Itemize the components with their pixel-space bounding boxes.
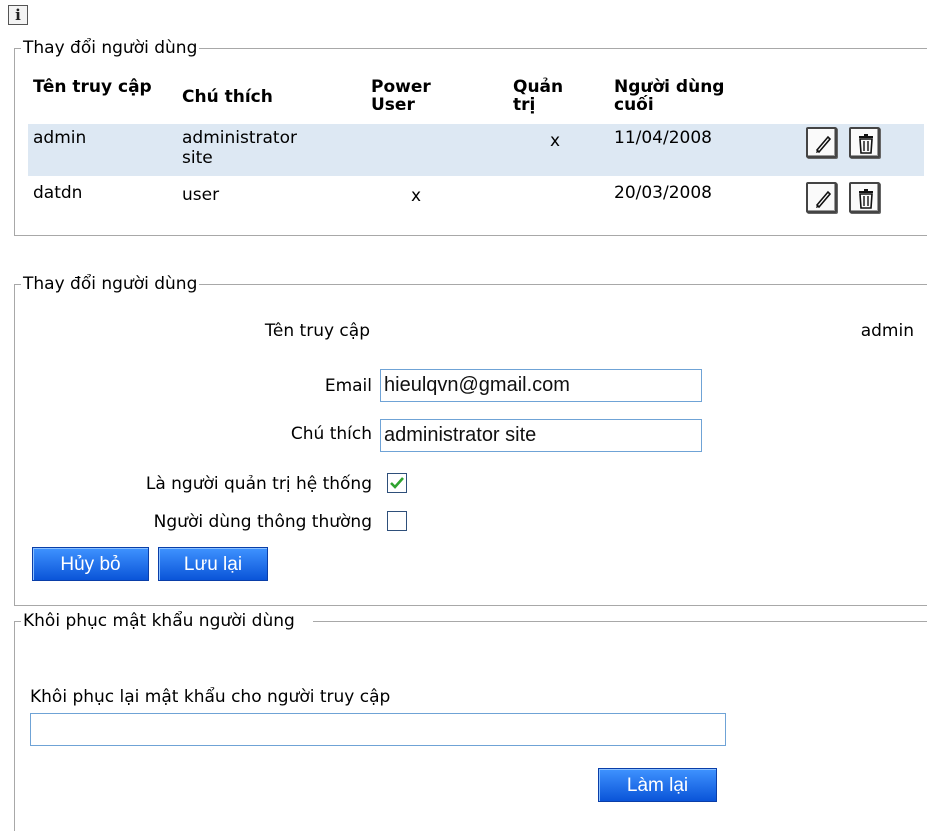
edit-user-legend: Thay đổi người dùng <box>21 273 200 295</box>
col-header-admin: Quản trị <box>513 77 564 115</box>
col-header-note: Chú thích <box>182 87 273 107</box>
edit-button[interactable] <box>806 182 837 213</box>
username-label: Tên truy cập <box>264 321 370 341</box>
col-header-power-user: Power User <box>371 77 431 115</box>
edit-button[interactable] <box>806 127 837 158</box>
reset-password-input[interactable] <box>30 713 726 746</box>
pencil-icon <box>815 190 832 209</box>
delete-button[interactable] <box>849 127 880 158</box>
checkmark-icon <box>390 477 404 489</box>
table-row[interactable] <box>28 124 924 176</box>
trash-icon <box>859 189 873 209</box>
cell-username: datdn <box>33 183 83 203</box>
cancel-button[interactable]: Hủy bỏ <box>32 547 149 581</box>
reset-password-legend: Khôi phục mật khẩu người dùng <box>21 610 313 632</box>
note-field[interactable]: administrator site <box>380 419 702 452</box>
user-list-bottom-border <box>14 235 927 236</box>
is-admin-checkbox[interactable] <box>387 473 407 493</box>
note-label: Chú thích <box>290 424 372 444</box>
cell-power-user: x <box>411 186 422 206</box>
is-normal-user-label: Người dùng thông thường <box>153 512 372 532</box>
email-label: Email <box>324 376 372 396</box>
save-button[interactable]: Lưu lại <box>158 547 268 581</box>
reset-password-field-label: Khôi phục lại mật khẩu cho người truy cậ… <box>30 687 391 707</box>
cell-note: user <box>182 185 220 205</box>
is-admin-label: Là người quản trị hệ thống <box>145 474 372 494</box>
cell-last-login: 20/03/2008 <box>614 183 712 203</box>
delete-button[interactable] <box>849 182 880 213</box>
cell-admin: x <box>550 131 561 151</box>
username-value: admin <box>860 321 914 341</box>
cell-username: admin <box>33 128 87 148</box>
info-icon[interactable]: i <box>8 5 28 25</box>
cell-last-login: 11/04/2008 <box>614 128 712 148</box>
reset-button[interactable]: Làm lại <box>598 768 717 802</box>
edit-user-bottom-border <box>14 605 927 606</box>
pencil-icon <box>815 135 832 154</box>
email-field[interactable]: hieulqvn@gmail.com <box>380 369 702 402</box>
col-header-last-login: Người dùng cuối <box>614 77 725 115</box>
trash-icon <box>859 134 873 154</box>
cell-note: administrator site <box>182 128 297 168</box>
is-normal-user-checkbox[interactable] <box>387 511 407 531</box>
user-list-legend: Thay đổi người dùng <box>21 37 200 59</box>
col-header-username: Tên truy cập <box>33 77 152 97</box>
